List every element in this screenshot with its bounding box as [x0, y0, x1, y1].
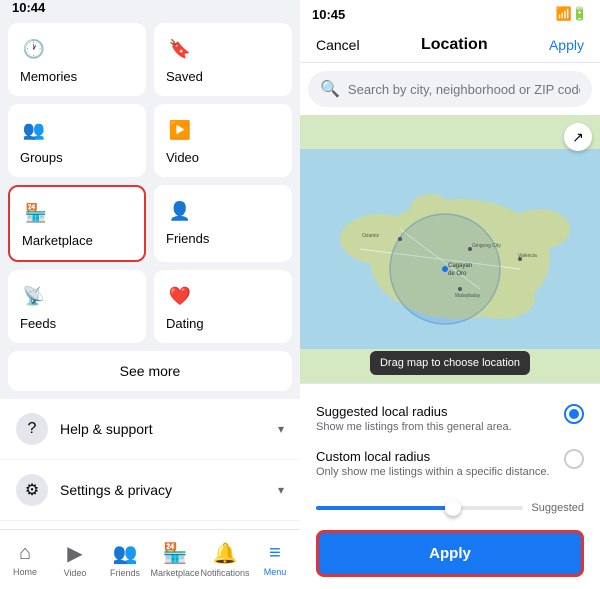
help-label: Help & support: [60, 421, 278, 437]
memories-label: Memories: [20, 69, 77, 84]
location-search-bar[interactable]: 🔍: [308, 71, 592, 107]
nav-item-notifications[interactable]: 🔔 Notifications: [200, 533, 250, 586]
home-nav-icon: ⌂: [19, 542, 31, 565]
grid-item-friends[interactable]: 👤 Friends: [154, 185, 292, 262]
location-title: Location: [421, 36, 488, 54]
friends-grid-icon: 👤: [166, 197, 194, 225]
header-apply-button[interactable]: Apply: [549, 37, 584, 53]
feeds-icon: 📡: [20, 282, 48, 310]
marketplace-nav-label: Marketplace: [150, 568, 199, 578]
video-nav-label: Video: [64, 568, 87, 578]
suggested-radius-row[interactable]: Suggested local radius Show me listings …: [316, 396, 584, 441]
nav-item-video[interactable]: ▶ Video: [50, 533, 100, 586]
bottom-nav: ⌂ Home ▶ Video 👥 Friends 🏪 Marketplace 🔔…: [0, 529, 300, 589]
slider-section: Suggested: [300, 498, 600, 522]
menu-item-settings[interactable]: ⚙ Settings & privacy ▾: [0, 460, 300, 521]
slider-thumb[interactable]: [445, 500, 461, 516]
settings-chevron: ▾: [278, 483, 284, 497]
time-left: 10:44: [12, 0, 45, 15]
grid-item-saved[interactable]: 🔖 Saved: [154, 23, 292, 96]
friends-label: Friends: [166, 231, 209, 246]
slider-label: Suggested: [531, 502, 584, 514]
svg-text:de Oro: de Oro: [448, 271, 467, 277]
status-icons-right: 📶🔋: [556, 6, 588, 22]
marketplace-nav-icon: 🏪: [163, 541, 188, 566]
dating-label: Dating: [166, 316, 204, 331]
compass-button[interactable]: ↗: [564, 123, 592, 151]
notifications-nav-label: Notifications: [200, 568, 249, 578]
svg-text:Valencia: Valencia: [518, 253, 537, 259]
map-tooltip: Drag map to choose location: [370, 351, 530, 375]
slider-fill: [316, 506, 461, 510]
suggested-radius-title: Suggested local radius: [316, 404, 512, 419]
time-right: 10:45: [312, 7, 345, 22]
grid-item-feeds[interactable]: 📡 Feeds: [8, 270, 146, 343]
notifications-nav-icon: 🔔: [213, 541, 238, 566]
groups-label: Groups: [20, 150, 63, 165]
apply-button[interactable]: Apply: [316, 530, 584, 577]
grid-item-memories[interactable]: 🕐 Memories: [8, 23, 146, 96]
nav-item-home[interactable]: ⌂ Home: [0, 534, 50, 585]
grid-item-groups[interactable]: 👥 Groups: [8, 104, 146, 177]
home-nav-label: Home: [13, 567, 37, 577]
svg-text:Ozamiz: Ozamiz: [362, 233, 379, 239]
search-input[interactable]: [348, 82, 580, 97]
see-more-button[interactable]: See more: [8, 351, 292, 391]
svg-text:Cagayan: Cagayan: [448, 263, 472, 269]
custom-radius-text: Custom local radius Only show me listing…: [316, 449, 550, 478]
video-icon: ▶️: [166, 116, 194, 144]
radius-slider-track[interactable]: [316, 506, 523, 510]
menu-item-help[interactable]: ? Help & support ▾: [0, 399, 300, 460]
help-chevron: ▾: [278, 422, 284, 436]
feeds-label: Feeds: [20, 316, 56, 331]
custom-radius-radio[interactable]: [564, 449, 584, 469]
svg-text:Malaybalay: Malaybalay: [455, 293, 481, 299]
right-panel: 10:45 📶🔋 Cancel Location Apply 🔍: [300, 0, 600, 589]
suggested-radius-desc: Show me listings from this general area.: [316, 421, 512, 433]
map-area[interactable]: Cagayan de Oro Gingoog City Ozamiz Malay…: [300, 115, 600, 383]
memories-icon: 🕐: [20, 35, 48, 63]
nav-item-marketplace[interactable]: 🏪 Marketplace: [150, 533, 200, 586]
search-icon: 🔍: [320, 79, 340, 99]
settings-label: Settings & privacy: [60, 482, 278, 498]
groups-icon: 👥: [20, 116, 48, 144]
help-icon: ?: [16, 413, 48, 445]
nav-item-menu[interactable]: ≡ Menu: [250, 534, 300, 585]
cancel-button[interactable]: Cancel: [316, 37, 360, 53]
nav-item-friends[interactable]: 👥 Friends: [100, 533, 150, 586]
custom-radius-row[interactable]: Custom local radius Only show me listing…: [316, 441, 584, 486]
suggested-radius-radio[interactable]: [564, 404, 584, 424]
left-panel: 10:44 🕐 Memories 🔖 Saved 👥 Groups ▶️ Vid…: [0, 0, 300, 589]
menu-nav-icon: ≡: [269, 542, 281, 565]
radius-options: Suggested local radius Show me listings …: [300, 383, 600, 498]
status-bar-left: 10:44: [0, 0, 300, 15]
app-grid: 🕐 Memories 🔖 Saved 👥 Groups ▶️ Video 🏪 M…: [0, 15, 300, 351]
video-nav-icon: ▶: [67, 541, 82, 566]
custom-radius-title: Custom local radius: [316, 449, 550, 464]
saved-label: Saved: [166, 69, 203, 84]
video-label: Video: [166, 150, 199, 165]
marketplace-icon: 🏪: [22, 199, 50, 227]
dating-icon: ❤️: [166, 282, 194, 310]
grid-item-video[interactable]: ▶️ Video: [154, 104, 292, 177]
saved-icon: 🔖: [166, 35, 194, 63]
grid-item-dating[interactable]: ❤️ Dating: [154, 270, 292, 343]
friends-nav-icon: 👥: [113, 541, 138, 566]
menu-nav-label: Menu: [264, 567, 287, 577]
location-header: Cancel Location Apply: [300, 28, 600, 63]
status-bar-right: 10:45 📶🔋: [300, 0, 600, 28]
friends-nav-label: Friends: [110, 568, 140, 578]
svg-text:Gingoog City: Gingoog City: [472, 243, 501, 249]
marketplace-label: Marketplace: [22, 233, 93, 248]
custom-radius-desc: Only show me listings within a specific …: [316, 466, 550, 478]
settings-icon: ⚙: [16, 474, 48, 506]
map-svg: Cagayan de Oro Gingoog City Ozamiz Malay…: [300, 115, 600, 383]
suggested-radius-text: Suggested local radius Show me listings …: [316, 404, 512, 433]
grid-item-marketplace[interactable]: 🏪 Marketplace: [8, 185, 146, 262]
